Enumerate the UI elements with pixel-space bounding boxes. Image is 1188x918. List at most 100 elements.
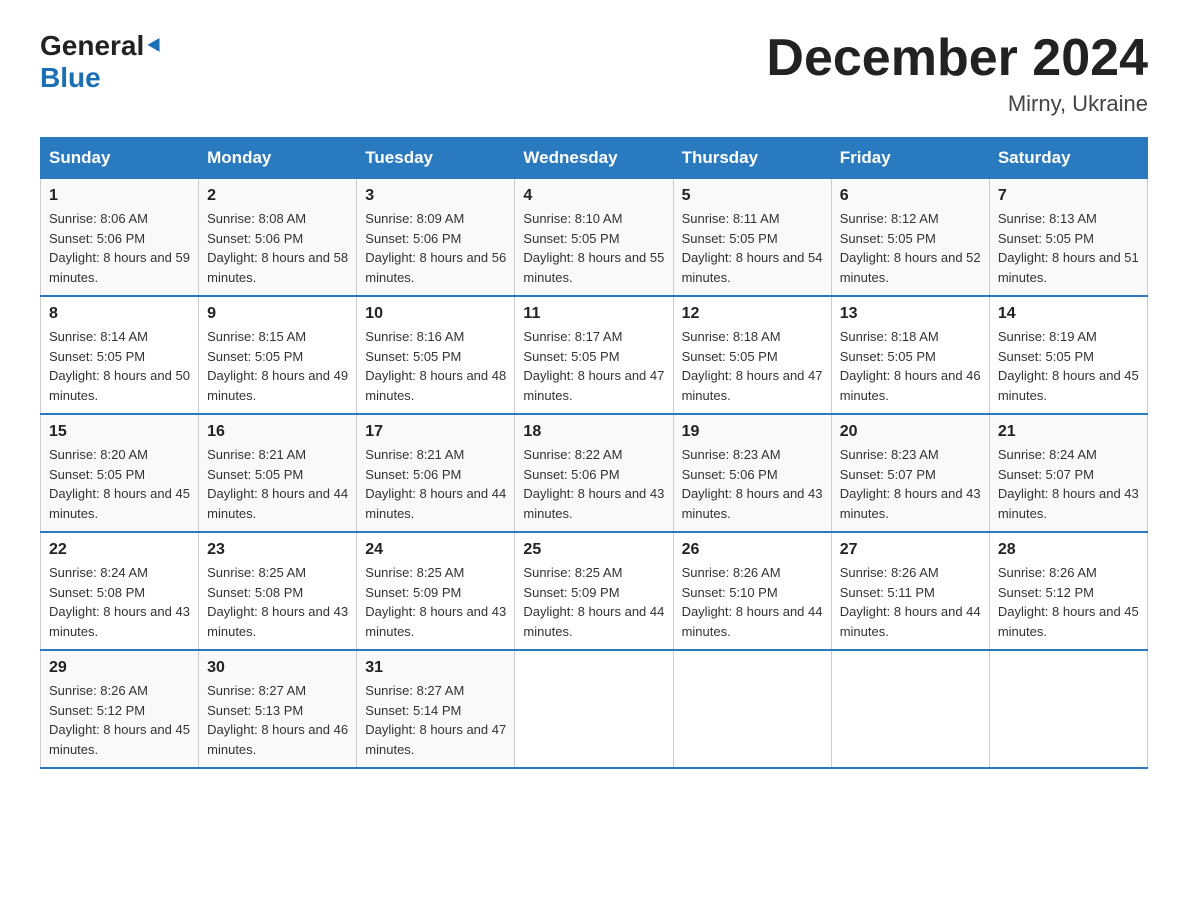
day-info: Sunrise: 8:26 AMSunset: 5:11 PMDaylight:… bbox=[840, 565, 981, 639]
day-info: Sunrise: 8:15 AMSunset: 5:05 PMDaylight:… bbox=[207, 329, 348, 403]
logo-general: General bbox=[40, 30, 144, 62]
day-number: 10 bbox=[365, 305, 506, 323]
day-number: 29 bbox=[49, 659, 190, 677]
table-row bbox=[831, 650, 989, 768]
day-info: Sunrise: 8:27 AMSunset: 5:13 PMDaylight:… bbox=[207, 683, 348, 757]
day-info: Sunrise: 8:21 AMSunset: 5:06 PMDaylight:… bbox=[365, 447, 506, 521]
calendar-body: 1 Sunrise: 8:06 AMSunset: 5:06 PMDayligh… bbox=[41, 179, 1148, 769]
page-header: General Blue December 2024 Mirny, Ukrain… bbox=[40, 30, 1148, 117]
day-info: Sunrise: 8:21 AMSunset: 5:05 PMDaylight:… bbox=[207, 447, 348, 521]
table-row: 19 Sunrise: 8:23 AMSunset: 5:06 PMDaylig… bbox=[673, 414, 831, 532]
day-info: Sunrise: 8:24 AMSunset: 5:07 PMDaylight:… bbox=[998, 447, 1139, 521]
day-number: 22 bbox=[49, 541, 190, 559]
table-row bbox=[515, 650, 673, 768]
col-tuesday: Tuesday bbox=[357, 138, 515, 179]
table-row: 17 Sunrise: 8:21 AMSunset: 5:06 PMDaylig… bbox=[357, 414, 515, 532]
day-info: Sunrise: 8:09 AMSunset: 5:06 PMDaylight:… bbox=[365, 211, 506, 285]
table-row: 13 Sunrise: 8:18 AMSunset: 5:05 PMDaylig… bbox=[831, 296, 989, 414]
table-row: 24 Sunrise: 8:25 AMSunset: 5:09 PMDaylig… bbox=[357, 532, 515, 650]
day-number: 1 bbox=[49, 187, 190, 205]
table-row: 16 Sunrise: 8:21 AMSunset: 5:05 PMDaylig… bbox=[199, 414, 357, 532]
table-row: 20 Sunrise: 8:23 AMSunset: 5:07 PMDaylig… bbox=[831, 414, 989, 532]
day-info: Sunrise: 8:24 AMSunset: 5:08 PMDaylight:… bbox=[49, 565, 190, 639]
title-block: December 2024 Mirny, Ukraine bbox=[766, 30, 1148, 117]
logo-blue: Blue bbox=[40, 62, 101, 93]
table-row: 5 Sunrise: 8:11 AMSunset: 5:05 PMDayligh… bbox=[673, 179, 831, 297]
day-number: 4 bbox=[523, 187, 664, 205]
table-row: 9 Sunrise: 8:15 AMSunset: 5:05 PMDayligh… bbox=[199, 296, 357, 414]
table-row: 21 Sunrise: 8:24 AMSunset: 5:07 PMDaylig… bbox=[989, 414, 1147, 532]
table-row bbox=[673, 650, 831, 768]
day-info: Sunrise: 8:22 AMSunset: 5:06 PMDaylight:… bbox=[523, 447, 664, 521]
col-monday: Monday bbox=[199, 138, 357, 179]
day-number: 25 bbox=[523, 541, 664, 559]
table-row: 4 Sunrise: 8:10 AMSunset: 5:05 PMDayligh… bbox=[515, 179, 673, 297]
day-number: 24 bbox=[365, 541, 506, 559]
day-info: Sunrise: 8:06 AMSunset: 5:06 PMDaylight:… bbox=[49, 211, 190, 285]
table-row: 29 Sunrise: 8:26 AMSunset: 5:12 PMDaylig… bbox=[41, 650, 199, 768]
table-row: 11 Sunrise: 8:17 AMSunset: 5:05 PMDaylig… bbox=[515, 296, 673, 414]
table-row: 8 Sunrise: 8:14 AMSunset: 5:05 PMDayligh… bbox=[41, 296, 199, 414]
table-row bbox=[989, 650, 1147, 768]
table-row: 25 Sunrise: 8:25 AMSunset: 5:09 PMDaylig… bbox=[515, 532, 673, 650]
table-row: 10 Sunrise: 8:16 AMSunset: 5:05 PMDaylig… bbox=[357, 296, 515, 414]
day-number: 8 bbox=[49, 305, 190, 323]
day-number: 23 bbox=[207, 541, 348, 559]
month-title: December 2024 bbox=[766, 30, 1148, 87]
day-number: 18 bbox=[523, 423, 664, 441]
table-row: 22 Sunrise: 8:24 AMSunset: 5:08 PMDaylig… bbox=[41, 532, 199, 650]
day-number: 28 bbox=[998, 541, 1139, 559]
day-info: Sunrise: 8:18 AMSunset: 5:05 PMDaylight:… bbox=[682, 329, 823, 403]
calendar-table: Sunday Monday Tuesday Wednesday Thursday… bbox=[40, 137, 1148, 769]
table-row: 27 Sunrise: 8:26 AMSunset: 5:11 PMDaylig… bbox=[831, 532, 989, 650]
table-row: 1 Sunrise: 8:06 AMSunset: 5:06 PMDayligh… bbox=[41, 179, 199, 297]
day-info: Sunrise: 8:17 AMSunset: 5:05 PMDaylight:… bbox=[523, 329, 664, 403]
day-info: Sunrise: 8:16 AMSunset: 5:05 PMDaylight:… bbox=[365, 329, 506, 403]
col-sunday: Sunday bbox=[41, 138, 199, 179]
day-info: Sunrise: 8:25 AMSunset: 5:08 PMDaylight:… bbox=[207, 565, 348, 639]
day-number: 7 bbox=[998, 187, 1139, 205]
day-number: 16 bbox=[207, 423, 348, 441]
day-number: 21 bbox=[998, 423, 1139, 441]
day-number: 5 bbox=[682, 187, 823, 205]
col-friday: Friday bbox=[831, 138, 989, 179]
day-number: 2 bbox=[207, 187, 348, 205]
day-info: Sunrise: 8:13 AMSunset: 5:05 PMDaylight:… bbox=[998, 211, 1139, 285]
day-number: 19 bbox=[682, 423, 823, 441]
table-row: 15 Sunrise: 8:20 AMSunset: 5:05 PMDaylig… bbox=[41, 414, 199, 532]
day-number: 27 bbox=[840, 541, 981, 559]
day-number: 11 bbox=[523, 305, 664, 323]
table-row: 23 Sunrise: 8:25 AMSunset: 5:08 PMDaylig… bbox=[199, 532, 357, 650]
calendar-header: Sunday Monday Tuesday Wednesday Thursday… bbox=[41, 138, 1148, 179]
day-number: 12 bbox=[682, 305, 823, 323]
col-wednesday: Wednesday bbox=[515, 138, 673, 179]
table-row: 30 Sunrise: 8:27 AMSunset: 5:13 PMDaylig… bbox=[199, 650, 357, 768]
day-info: Sunrise: 8:23 AMSunset: 5:07 PMDaylight:… bbox=[840, 447, 981, 521]
table-row: 31 Sunrise: 8:27 AMSunset: 5:14 PMDaylig… bbox=[357, 650, 515, 768]
day-number: 13 bbox=[840, 305, 981, 323]
day-number: 17 bbox=[365, 423, 506, 441]
table-row: 7 Sunrise: 8:13 AMSunset: 5:05 PMDayligh… bbox=[989, 179, 1147, 297]
day-info: Sunrise: 8:25 AMSunset: 5:09 PMDaylight:… bbox=[365, 565, 506, 639]
day-info: Sunrise: 8:26 AMSunset: 5:12 PMDaylight:… bbox=[49, 683, 190, 757]
day-number: 20 bbox=[840, 423, 981, 441]
day-info: Sunrise: 8:18 AMSunset: 5:05 PMDaylight:… bbox=[840, 329, 981, 403]
day-number: 9 bbox=[207, 305, 348, 323]
day-info: Sunrise: 8:20 AMSunset: 5:05 PMDaylight:… bbox=[49, 447, 190, 521]
location: Mirny, Ukraine bbox=[766, 91, 1148, 117]
table-row: 28 Sunrise: 8:26 AMSunset: 5:12 PMDaylig… bbox=[989, 532, 1147, 650]
day-info: Sunrise: 8:26 AMSunset: 5:12 PMDaylight:… bbox=[998, 565, 1139, 639]
day-info: Sunrise: 8:08 AMSunset: 5:06 PMDaylight:… bbox=[207, 211, 348, 285]
day-info: Sunrise: 8:10 AMSunset: 5:05 PMDaylight:… bbox=[523, 211, 664, 285]
table-row: 2 Sunrise: 8:08 AMSunset: 5:06 PMDayligh… bbox=[199, 179, 357, 297]
day-number: 6 bbox=[840, 187, 981, 205]
day-info: Sunrise: 8:11 AMSunset: 5:05 PMDaylight:… bbox=[682, 211, 823, 285]
logo: General Blue bbox=[40, 30, 165, 94]
day-info: Sunrise: 8:14 AMSunset: 5:05 PMDaylight:… bbox=[49, 329, 190, 403]
day-info: Sunrise: 8:25 AMSunset: 5:09 PMDaylight:… bbox=[523, 565, 664, 639]
day-info: Sunrise: 8:27 AMSunset: 5:14 PMDaylight:… bbox=[365, 683, 506, 757]
day-number: 14 bbox=[998, 305, 1139, 323]
table-row: 12 Sunrise: 8:18 AMSunset: 5:05 PMDaylig… bbox=[673, 296, 831, 414]
table-row: 18 Sunrise: 8:22 AMSunset: 5:06 PMDaylig… bbox=[515, 414, 673, 532]
table-row: 3 Sunrise: 8:09 AMSunset: 5:06 PMDayligh… bbox=[357, 179, 515, 297]
